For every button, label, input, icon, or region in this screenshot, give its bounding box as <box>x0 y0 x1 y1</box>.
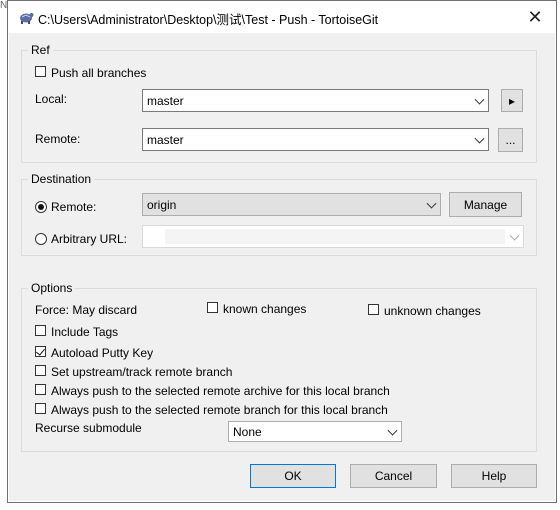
local-branch-value: master <box>147 93 184 108</box>
remote-branch-value: master <box>147 132 184 147</box>
local-label: Local: <box>35 92 68 106</box>
chevron-down-icon <box>387 425 398 436</box>
ref-legend: Ref <box>31 43 50 57</box>
remote-radio-label: Remote: <box>51 200 97 214</box>
manage-label: Manage <box>463 197 508 212</box>
play-arrow-icon: ▸ <box>508 93 516 108</box>
ok-label: OK <box>284 469 302 483</box>
manage-button[interactable]: Manage <box>449 192 522 217</box>
options-legend: Options <box>31 281 73 295</box>
always-push-archive-checkbox[interactable] <box>35 384 46 395</box>
remote-combo[interactable]: origin <box>142 193 441 216</box>
include-tags-label: Include Tags <box>51 325 119 339</box>
tortoisegit-icon <box>20 13 34 24</box>
arbitrary-url-radio[interactable] <box>35 233 47 245</box>
ok-button[interactable]: OK <box>250 464 336 488</box>
chevron-down-icon <box>509 230 520 241</box>
chevron-down-icon <box>474 94 485 105</box>
window-title: C:\Users\Administrator\Desktop\测试\Test -… <box>38 13 379 27</box>
chevron-down-icon <box>474 133 485 144</box>
set-upstream-label: Set upstream/track remote branch <box>51 365 233 379</box>
recurse-submodule-combo[interactable]: None <box>228 421 402 442</box>
close-button[interactable]: ✕ <box>520 4 550 30</box>
always-push-branch-checkbox[interactable] <box>35 403 46 414</box>
destination-legend: Destination <box>31 172 92 186</box>
recurse-submodule-label: Recurse submodule <box>35 421 142 435</box>
remote-branch-browse-button[interactable]: ... <box>498 128 523 152</box>
help-label: Help <box>481 469 507 483</box>
always-push-branch-label: Always push to the selected remote branc… <box>51 403 388 417</box>
recurse-submodule-value: None <box>233 424 262 439</box>
unknown-changes-label: unknown changes <box>384 304 481 318</box>
set-upstream-checkbox[interactable] <box>35 365 46 376</box>
remote-branch-combo[interactable]: master <box>142 128 489 151</box>
known-changes-label: known changes <box>223 302 307 316</box>
cancel-button[interactable]: Cancel <box>350 464 437 488</box>
known-changes-checkbox[interactable] <box>207 302 218 313</box>
force-label: Force: May discard <box>35 303 138 317</box>
cancel-label: Cancel <box>374 469 413 483</box>
arbitrary-url-combo[interactable] <box>142 225 524 248</box>
remote-radio[interactable] <box>35 201 47 213</box>
local-branch-combo[interactable]: master <box>142 89 489 112</box>
push-all-branches-checkbox[interactable] <box>35 66 46 77</box>
unknown-changes-checkbox[interactable] <box>368 304 379 315</box>
remote-branch-label: Remote: <box>35 132 81 146</box>
autoload-putty-checkbox[interactable] <box>35 346 46 357</box>
push-all-branches-label: Push all branches <box>51 66 147 80</box>
help-button[interactable]: Help <box>451 464 537 488</box>
arbitrary-url-field <box>165 229 505 244</box>
chevron-down-icon <box>426 198 437 209</box>
push-dialog: C:\Users\Administrator\Desktop\测试\Test -… <box>7 0 557 503</box>
local-branch-menu-button[interactable]: ▸ <box>501 89 523 112</box>
browse-label: ... <box>505 133 516 147</box>
remote-value: origin <box>147 197 177 212</box>
include-tags-checkbox[interactable] <box>35 325 46 336</box>
title-bar: C:\Users\Administrator\Desktop\测试\Test -… <box>8 1 556 33</box>
autoload-putty-label: Autoload Putty Key <box>51 346 154 360</box>
arbitrary-url-label: Arbitrary URL: <box>51 232 128 246</box>
dialog-client-area: Ref Push all branches Local: master ▸ Re… <box>9 33 555 501</box>
always-push-archive-label: Always push to the selected remote archi… <box>51 384 390 398</box>
